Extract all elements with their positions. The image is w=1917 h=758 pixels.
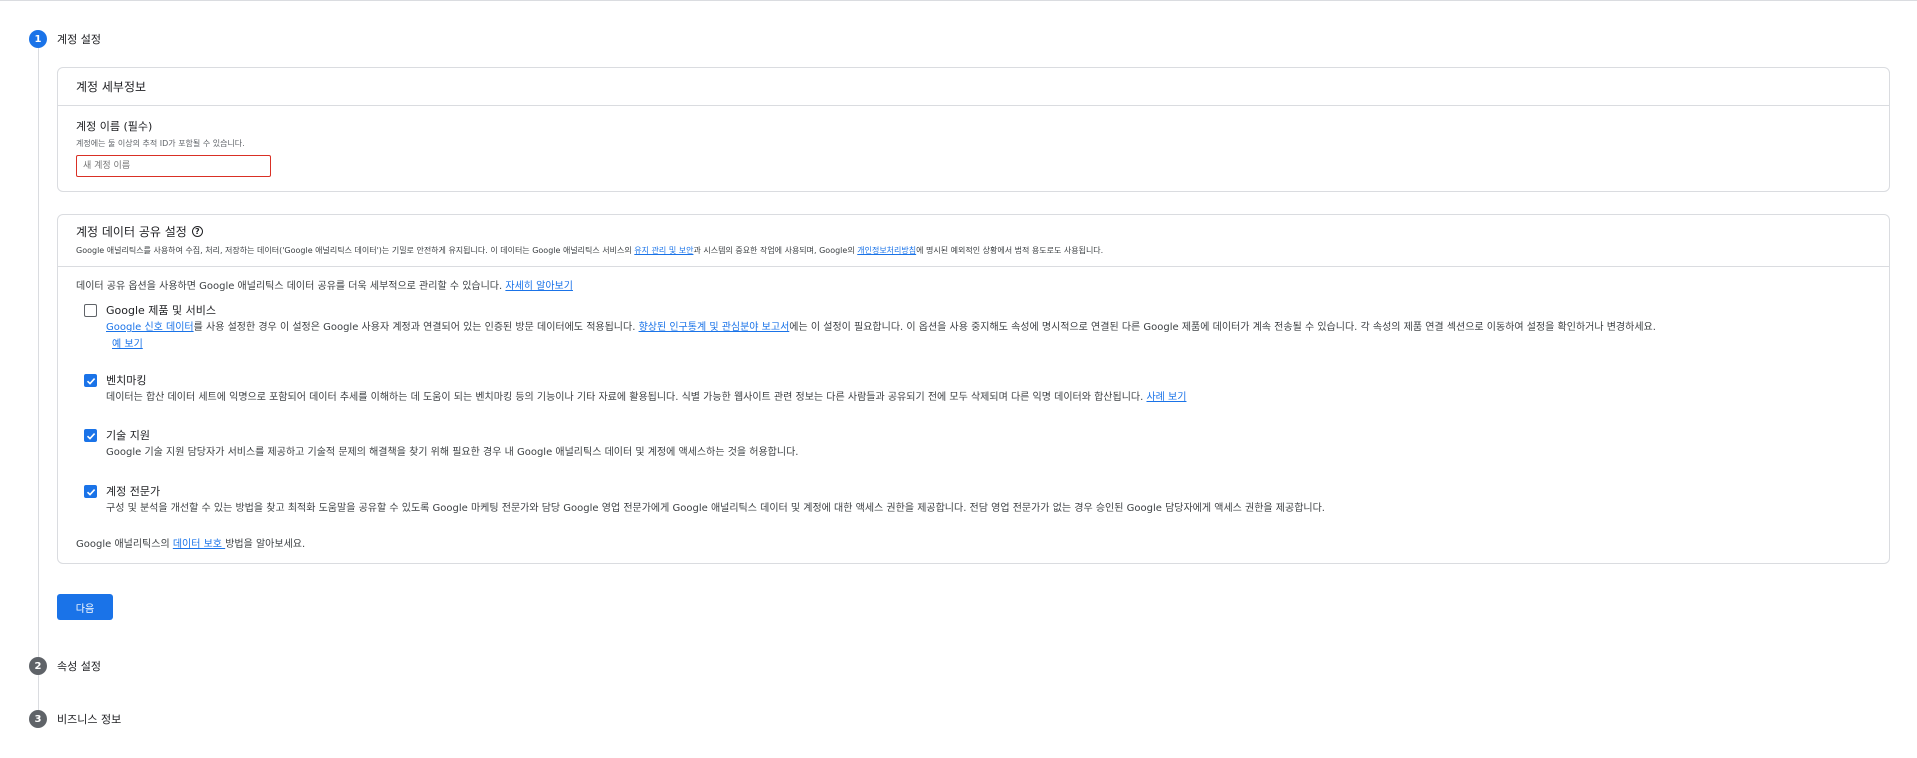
step-number-badge: 3 xyxy=(29,710,47,728)
option-benchmarking: 벤치마킹 데이터는 합산 데이터 세트에 익명으로 포함되어 데이터 추세를 이… xyxy=(84,372,1186,405)
data-protection-link[interactable]: 데이터 보호 xyxy=(173,539,225,550)
option-title: 벤치마킹 xyxy=(106,374,147,387)
learn-more-link[interactable]: 자세히 알아보기 xyxy=(505,281,573,292)
account-name-hint: 계정에는 둘 이상의 추적 ID가 포함될 수 있습니다. xyxy=(76,139,245,148)
view-example-link[interactable]: 예 보기 xyxy=(112,339,143,350)
top-divider xyxy=(0,0,1917,1)
account-name-label: 계정 이름 (필수) xyxy=(76,120,153,133)
account-details-header: 계정 세부정보 xyxy=(58,68,1889,106)
check-icon xyxy=(86,432,95,440)
benchmarking-checkbox[interactable] xyxy=(84,374,97,387)
check-icon xyxy=(86,488,95,496)
maintenance-security-link[interactable]: 유지 관리 및 보안 xyxy=(634,246,693,255)
next-button[interactable]: 다음 xyxy=(57,594,113,620)
option-account-specialists: 계정 전문가 구성 및 분석을 개선할 수 있는 방법을 찾고 최적화 도움말을… xyxy=(84,483,1325,516)
option-description: 구성 및 분석을 개선할 수 있는 방법을 찾고 최적화 도움말을 공유할 수 … xyxy=(106,503,1325,514)
demographics-report-link[interactable]: 향상된 인구통계 및 관심분야 보고서 xyxy=(639,322,790,333)
step-number-badge: 1 xyxy=(29,30,47,48)
option-description: Google 기술 지원 담당자가 서비스를 제공하고 기술적 문제의 해결책을… xyxy=(106,447,799,458)
step-property-setup[interactable]: 2 속성 설정 xyxy=(29,657,101,675)
step-label: 비즈니스 정보 xyxy=(57,713,122,726)
step-business-info[interactable]: 3 비즈니스 정보 xyxy=(29,710,121,728)
google-signals-link[interactable]: Google 신호 데이터 xyxy=(106,322,194,333)
check-icon xyxy=(86,377,95,385)
view-cases-link[interactable]: 사례 보기 xyxy=(1146,392,1186,403)
option-description: Google 신호 데이터를 사용 설정한 경우 이 설정은 Google 사용… xyxy=(106,322,1656,333)
account-details-title: 계정 세부정보 xyxy=(76,80,147,94)
option-title: 계정 전문가 xyxy=(106,485,161,498)
account-details-card: 계정 세부정보 계정 이름 (필수) 계정에는 둘 이상의 추적 ID가 포함될… xyxy=(57,67,1890,192)
help-circle-icon[interactable]: ? xyxy=(191,226,203,237)
option-description: 데이터는 합산 데이터 세트에 익명으로 포함되어 데이터 추세를 이해하는 데… xyxy=(106,392,1187,403)
stepper-line xyxy=(38,48,39,718)
technical-support-checkbox[interactable] xyxy=(84,429,97,442)
data-sharing-header: 계정 데이터 공유 설정 ? Google 애널리틱스를 사용하여 수집, 처리… xyxy=(58,215,1889,267)
step-account-setup[interactable]: 1 계정 설정 xyxy=(29,30,101,48)
step-label: 계정 설정 xyxy=(57,33,101,46)
data-protection-note: Google 애널리틱스의 데이터 보호 방법을 알아보세요. xyxy=(76,539,306,550)
data-sharing-card: 계정 데이터 공유 설정 ? Google 애널리틱스를 사용하여 수집, 처리… xyxy=(57,214,1890,564)
option-technical-support: 기술 지원 Google 기술 지원 담당자가 서비스를 제공하고 기술적 문제… xyxy=(84,427,798,460)
privacy-policy-link[interactable]: 개인정보처리방침 xyxy=(857,246,916,255)
step-number-badge: 2 xyxy=(29,657,47,675)
option-title: Google 제품 및 서비스 xyxy=(106,304,216,317)
data-sharing-intro: 데이터 공유 옵션을 사용하면 Google 애널리틱스 데이터 공유를 더욱 … xyxy=(76,281,573,292)
step-label: 속성 설정 xyxy=(57,660,101,673)
data-sharing-description: Google 애널리틱스를 사용하여 수집, 처리, 저장하는 데이터('Goo… xyxy=(76,246,1104,255)
option-title: 기술 지원 xyxy=(106,429,150,442)
account-specialists-checkbox[interactable] xyxy=(84,485,97,498)
google-products-checkbox[interactable] xyxy=(84,304,97,317)
account-name-input[interactable] xyxy=(76,155,271,177)
data-sharing-title: 계정 데이터 공유 설정 xyxy=(76,225,187,239)
option-google-products: Google 제품 및 서비스 Google 신호 데이터를 사용 설정한 경우… xyxy=(84,302,1656,350)
